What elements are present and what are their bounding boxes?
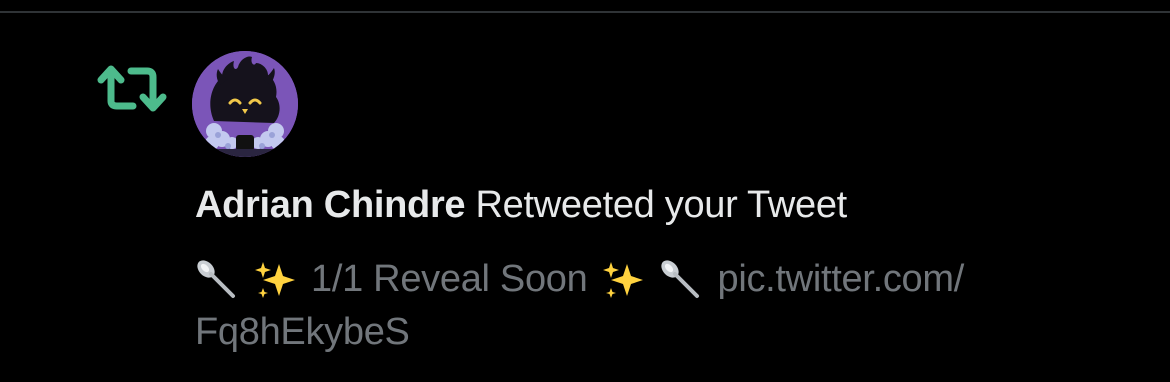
top-divider (0, 0, 1170, 13)
notification-headline: Adrian Chindre Retweeted your Tweet (195, 178, 847, 232)
avatar[interactable] (192, 51, 298, 157)
retweet-notification[interactable]: Adrian Chindre Retweeted your Tweet 1/1 … (0, 15, 1170, 382)
tweet-line-2: Fq8hEkybeS (195, 306, 1145, 359)
tweet-main-text: 1/1 Reveal Soon (311, 258, 588, 300)
sparkles-icon (601, 258, 645, 302)
tweet-link-part-2[interactable]: Fq8hEkybeS (195, 306, 410, 359)
tweet-link-part-1[interactable]: pic.twitter.com/ (717, 253, 964, 306)
tweet-line-1: 1/1 Reveal Soon pic.twitter.com/ (195, 253, 1145, 306)
spoon-icon (659, 258, 703, 302)
user-name[interactable]: Adrian Chindre (195, 184, 466, 226)
tweet-text[interactable]: 1/1 Reveal Soon pic.twitter.com/ Fq8hEky… (195, 253, 1145, 359)
action-text: Retweeted your Tweet (475, 184, 848, 226)
sparkles-icon (253, 258, 297, 302)
cat-avatar-icon (192, 51, 298, 157)
retweet-icon (96, 61, 168, 117)
spoon-icon (195, 258, 239, 302)
